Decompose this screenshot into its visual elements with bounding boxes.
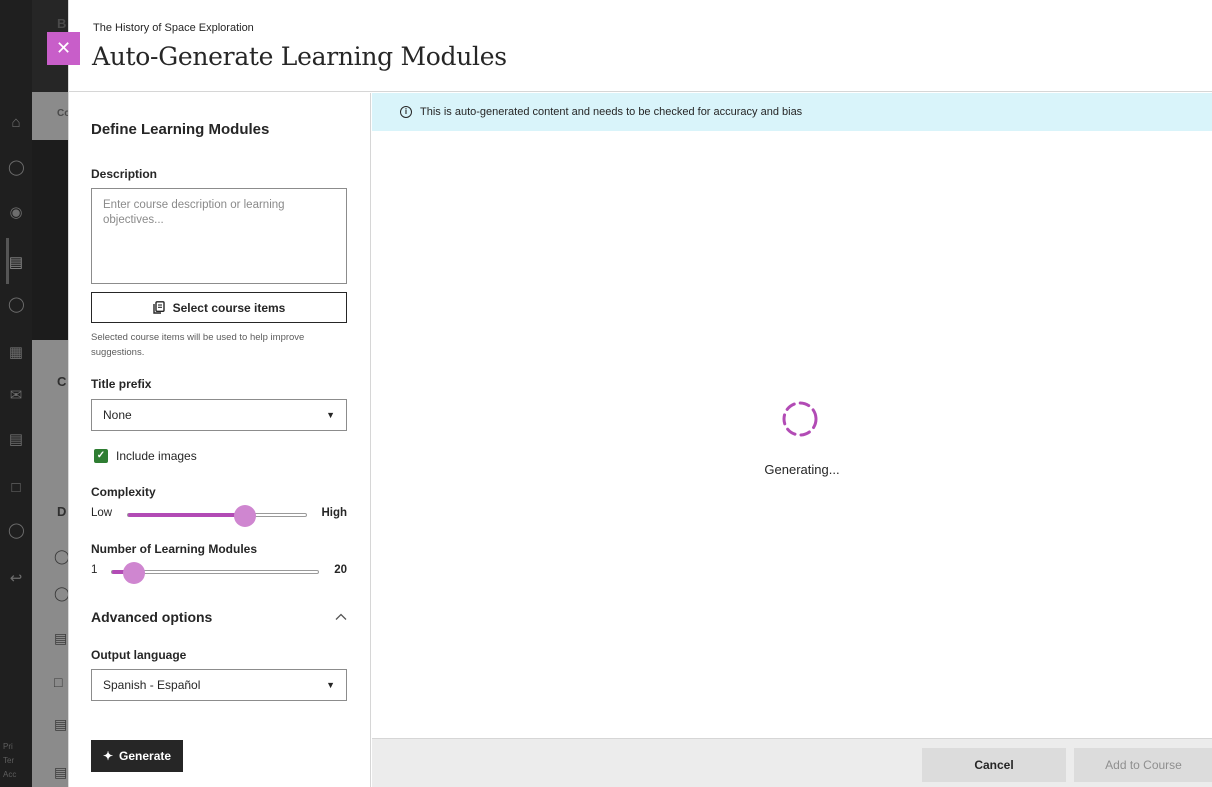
add-to-course-button[interactable]: Add to Course [1074,748,1212,782]
course-items-helper-text: Selected course items will be used to he… [91,332,305,358]
tools-icon: □ [11,479,21,496]
calendar-icon: ▦ [8,344,24,361]
info-icon: i [400,106,412,118]
background-nav-rail: ⌂ ◯ ◉ ▤ ◯ ▦ ✉ ▤ □ ◯ ↩ Pri Ter Acc [0,0,32,787]
loading-spinner-icon [782,401,818,437]
title-prefix-select[interactable]: None ▼ [91,399,347,431]
bg-doc-icon: ▤ [54,716,68,732]
define-modules-panel: Define Learning Modules Description Sele… [69,93,371,787]
modal-header: The History of Space Exploration Auto-Ge… [69,0,1212,92]
ai-disclaimer-text: This is auto-generated content and needs… [420,106,803,118]
description-label: Description [91,167,158,181]
cancel-button[interactable]: Cancel [922,748,1066,782]
generating-status: Generating... [764,462,840,477]
preview-panel: i This is auto-generated content and nee… [372,93,1212,738]
chevron-down-icon: ▼ [326,410,335,420]
globe-icon: ◉ [9,204,23,221]
complexity-slider[interactable] [127,505,307,527]
course-breadcrumb: The History of Space Exploration [93,22,254,34]
include-images-label: Include images [116,449,197,463]
module-count-label: Number of Learning Modules [91,542,258,556]
chevron-down-icon: ▼ [326,680,335,690]
person-icon: ◯ [8,159,25,176]
institution-icon: ⌂ [11,114,21,131]
complexity-slider-thumb[interactable] [234,505,256,527]
advanced-options-title: Advanced options [91,609,213,625]
complexity-max-label: High [321,507,347,519]
module-count-min-label: 1 [91,564,98,576]
close-button[interactable]: ✕ [47,32,80,65]
description-input[interactable] [91,188,347,284]
bg-list-icon: ▤ [54,764,68,780]
complexity-label: Complexity [91,485,156,499]
select-course-items-button[interactable]: Select course items [91,292,347,323]
bg-lock-icon: □ [54,674,63,690]
background-course-page: B Co C D ◯ ◯ ▤ □ ▤ ▤ [32,0,70,787]
modal-title: Auto-Generate Learning Modules [92,42,507,71]
auto-generate-modal: The History of Space Exploration Auto-Ge… [68,0,1212,787]
title-prefix-value: None [103,408,132,422]
output-language-value: Spanish - Español [103,678,201,692]
complexity-slider-row: Low High [91,504,347,527]
generate-label: Generate [119,749,172,763]
advanced-options-toggle[interactable]: Advanced options [91,609,347,625]
include-images-row[interactable]: ✓ Include images [94,449,197,463]
chevron-up-icon [335,613,347,620]
complexity-slider-fill [128,513,245,517]
background-footer-links: Pri Ter Acc [3,742,17,779]
complexity-min-label: Low [91,507,113,519]
grades-icon: ▤ [8,431,24,448]
courses-icon: ▤ [8,254,24,271]
module-count-max-label: 20 [334,564,347,576]
module-count-slider[interactable] [111,562,319,584]
module-count-slider-thumb[interactable] [123,562,145,584]
sparkle-icon: ✦ [102,749,114,763]
groups-icon: ◯ [8,296,25,313]
bg-image-icon: ▤ [54,630,68,646]
module-count-slider-row: 1 20 [91,561,347,584]
sign-out-icon: ↩ [9,570,23,587]
title-prefix-label: Title prefix [91,377,152,391]
course-items-icon [152,301,165,314]
select-course-items-label: Select course items [172,300,286,315]
section-title: Define Learning Modules [91,121,270,138]
profile-icon: ◯ [8,522,25,539]
ai-disclaimer-banner: i This is auto-generated content and nee… [372,93,1212,131]
close-icon: ✕ [55,38,72,58]
messages-icon: ✉ [9,387,23,404]
modal-footer: Cancel Add to Course [372,738,1212,787]
output-language-select[interactable]: Spanish - Español ▼ [91,669,347,701]
generate-button[interactable]: ✦ Generate [91,740,183,772]
include-images-checkbox[interactable]: ✓ [94,449,108,463]
output-language-label: Output language [91,648,187,662]
